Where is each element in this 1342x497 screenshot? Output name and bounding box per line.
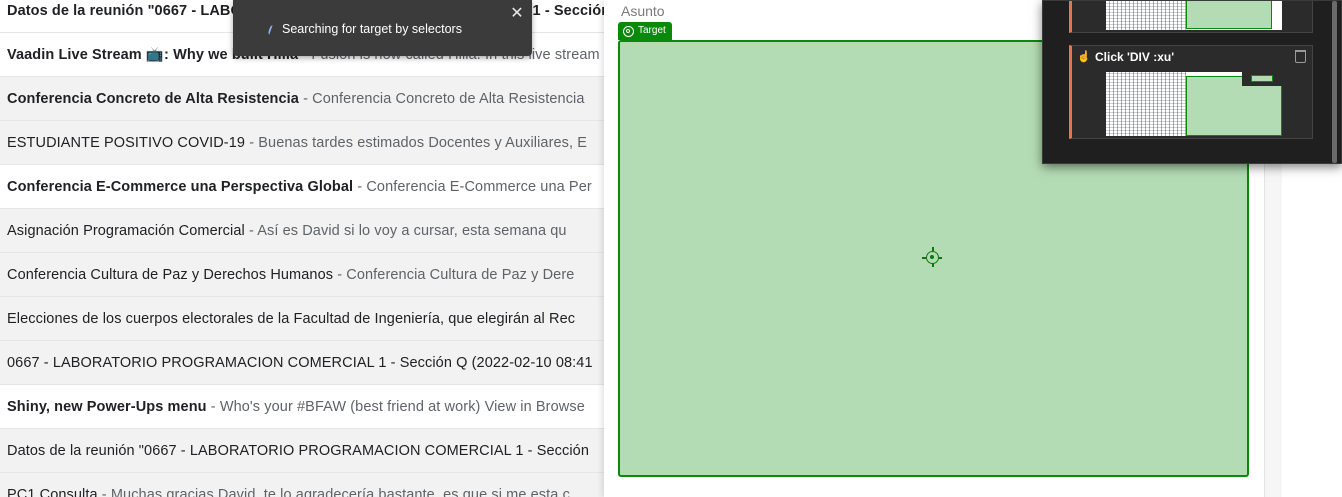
subject-field[interactable]: Asunto — [621, 3, 665, 19]
recorder-panel: ☝ Click 'DIV :xu' — [1042, 0, 1342, 164]
step-label: Click 'DIV :xu' — [1095, 50, 1175, 64]
close-icon[interactable]: ✕ — [508, 5, 526, 23]
target-tag-label: Target — [638, 25, 666, 36]
trash-icon[interactable] — [1295, 50, 1306, 63]
step-thumbnail — [1106, 1, 1282, 30]
list-item[interactable]: Conferencia Concreto de Alta Resistencia… — [0, 77, 610, 121]
list-item[interactable]: Conferencia E-Commerce una Perspectiva G… — [0, 165, 610, 209]
toast-message: Searching for target by selectors — [282, 22, 462, 36]
step-thumbnail — [1106, 72, 1282, 136]
target-icon — [623, 25, 634, 37]
spinner-icon — [267, 24, 275, 36]
searching-toast: Searching for target by selectors ✕ — [233, 0, 532, 56]
list-item[interactable]: Asignación Programación Comercial - Así … — [0, 209, 610, 253]
mail-list: Datos de la reunión "0667 - LABORATORIO … — [0, 0, 610, 497]
click-icon: ☝ — [1077, 51, 1091, 63]
recorder-scrollbar[interactable] — [1332, 1, 1337, 163]
recorded-step[interactable] — [1069, 1, 1313, 33]
list-item[interactable]: Elecciones de los cuerpos electorales de… — [0, 297, 610, 341]
recorded-step[interactable]: ☝ Click 'DIV :xu' — [1069, 45, 1313, 139]
list-item[interactable]: ESTUDIANTE POSITIVO COVID-19 - Buenas ta… — [0, 121, 610, 165]
list-item[interactable]: 0667 - LABORATORIO PROGRAMACION COMERCIA… — [0, 341, 610, 385]
target-tag: Target — [618, 22, 672, 40]
list-item[interactable]: Conferencia Cultura de Paz y Derechos Hu… — [0, 253, 610, 297]
crosshair-icon — [922, 247, 942, 267]
list-item[interactable]: Datos de la reunión "0667 - LABORATORIO … — [0, 429, 610, 473]
list-item[interactable]: Shiny, new Power-Ups menu - Who's your #… — [0, 385, 610, 429]
list-item[interactable]: PC1 Consulta - Muchas gracias David, te … — [0, 473, 610, 497]
